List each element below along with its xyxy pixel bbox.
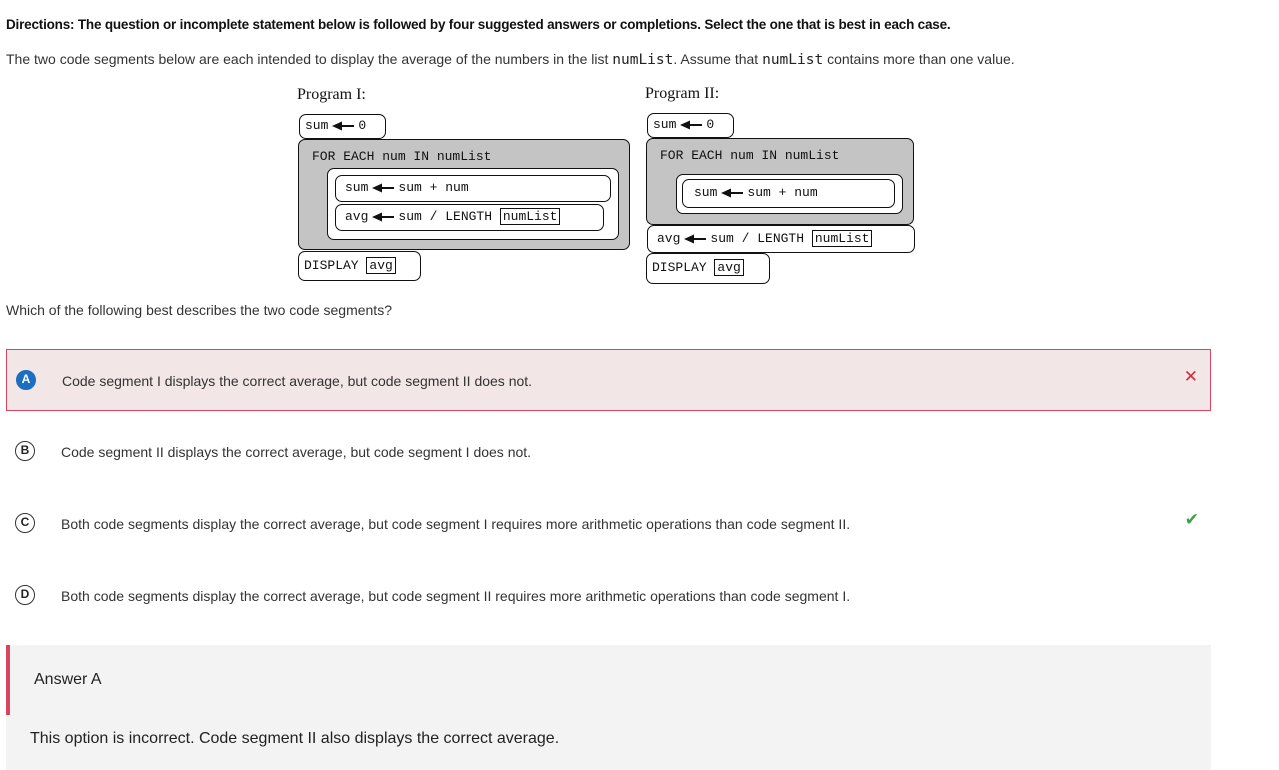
program-2-loop-body: sum sum + num [676,174,903,214]
feedback-title: Answer A [34,671,102,688]
program-2-display-block: DISPLAY avg [646,253,770,284]
option-b[interactable]: B Code segment II displays the correct a… [6,421,1211,483]
stmt-expr: sum / LENGTH [398,209,493,224]
incorrect-x-icon: ✕ [1183,367,1198,386]
stem-code-2: numList [762,52,824,68]
stmt-expr: sum + num [398,180,469,195]
option-a-letter[interactable]: A [16,370,36,390]
stmt-expr: sum + num [747,185,818,200]
stem-part-1: The two code segments below are each int… [6,51,613,67]
feedback-text: This option is incorrect. Code segment I… [30,730,560,747]
length-arg: numList [499,208,561,225]
directions-text: Directions: The question or incomplete s… [6,17,951,32]
option-d[interactable]: D Both code segments display the correct… [6,565,1211,627]
program-1-display-block: DISPLAY avg [298,251,421,281]
length-arg: numList [811,230,873,247]
init-val: 0 [706,117,715,132]
stem-part-2: . Assume that [673,51,763,67]
option-a-text[interactable]: Code segment I displays the correct aver… [62,373,532,389]
stmt-var: avg [345,209,369,224]
init-var: sum [653,117,677,132]
question-stem: The two code segments below are each int… [6,51,1015,68]
init-var: sum [305,118,329,133]
assign-arrow-icon [372,183,395,193]
display-arg: avg [714,259,744,276]
answer-feedback-panel: Answer A This option is incorrect. Code … [6,645,1211,770]
program-2-loop-header: FOR EACH num IN numList [660,148,840,163]
program-1-loop-block: FOR EACH num IN numList sum sum + num avg… [298,139,630,250]
program-1-title: Program I: [297,86,366,103]
option-d-letter[interactable]: D [15,585,35,605]
program-1-loop-header: FOR EACH num IN numList [312,149,492,164]
correct-check-icon: ✔ [1184,510,1199,529]
program-1-avg-stmt: avg sum / LENGTH numList [335,204,604,231]
program-1-init-block: sum 0 [299,114,386,139]
program-2-loop-block: FOR EACH num IN numList sum sum + num [646,138,914,225]
stmt-var: sum [694,185,718,200]
option-d-text[interactable]: Both code segments display the correct a… [61,588,850,604]
stmt-expr: sum / LENGTH [710,231,805,246]
assign-arrow-icon [684,234,707,244]
feedback-accent-bar [6,645,10,715]
assign-arrow-icon [332,121,355,131]
option-c-text[interactable]: Both code segments display the correct a… [61,516,850,532]
option-b-text[interactable]: Code segment II displays the correct ave… [61,444,531,460]
option-b-letter[interactable]: B [15,441,35,461]
program-2-title: Program II: [645,85,720,102]
assign-arrow-icon [721,188,744,198]
question-text: Which of the following best describes th… [6,302,392,318]
program-1-loop-body: sum sum + num avg sum / LENGTH numList [327,168,619,240]
init-val: 0 [358,118,367,133]
option-c-letter[interactable]: C [15,513,35,533]
display-keyword: DISPLAY [304,258,359,273]
program-2-avg-stmt: avg sum / LENGTH numList [647,225,915,253]
stem-code-1: numList [612,52,674,68]
stmt-var: sum [345,180,369,195]
program-1-sum-stmt: sum sum + num [335,175,611,202]
stem-part-3: contains more than one value. [823,51,1015,67]
program-2-init-block: sum 0 [647,113,734,138]
assign-arrow-icon [372,212,395,222]
option-a[interactable]: A Code segment I displays the correct av… [6,349,1211,411]
display-arg: avg [366,257,396,274]
stmt-var: avg [657,231,681,246]
option-c[interactable]: C Both code segments display the correct… [6,493,1211,555]
assign-arrow-icon [680,120,703,130]
program-2-sum-stmt: sum sum + num [682,179,895,208]
display-keyword: DISPLAY [652,260,707,275]
